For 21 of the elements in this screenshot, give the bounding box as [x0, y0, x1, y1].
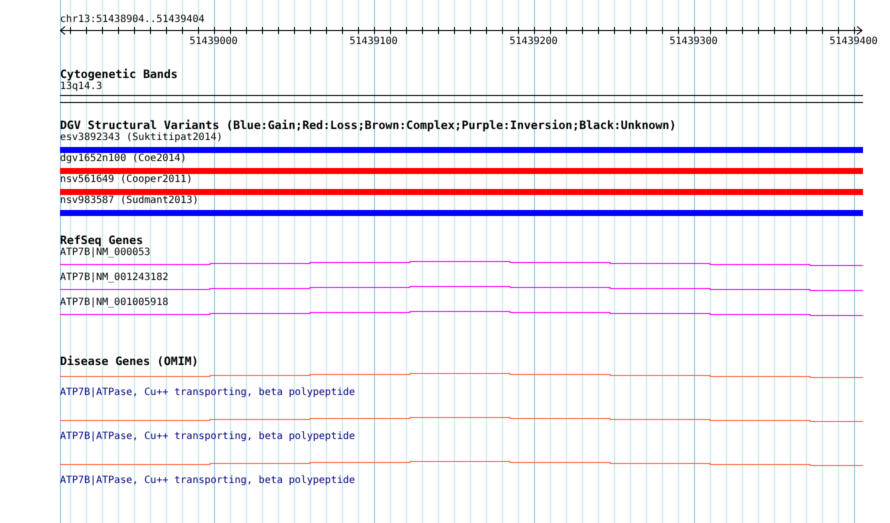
ruler-tick-label: 51439100 [350, 36, 398, 48]
locus-label: chr13:51438904..51439404 [60, 13, 204, 26]
track-title: DGV Structural Variants (Blue:Gain;Red:Loss;Brown:Complex;Purple:Inversion;Black:Unknown) [60, 119, 676, 132]
feature-label: ATP7B|ATPase, Cu++ transporting, beta polypeptide [60, 475, 356, 487]
track-title: Cytogenetic Bands [60, 68, 178, 81]
ruler-tick-label: 51439000 [190, 36, 238, 48]
feature-label: 13q14.3 [60, 81, 102, 93]
feature-label: ATP7B|NM_001005918 [60, 297, 168, 309]
feature-label: dgv1652n100 (Coe2014) [60, 153, 186, 165]
ruler-tick-label: 51439400 [830, 36, 878, 48]
ruler-tick-label: 51439200 [510, 36, 558, 48]
track-title: RefSeq Genes [60, 234, 144, 247]
feature-label: ATP7B|ATPase, Cu++ transporting, beta polypeptide [60, 387, 356, 399]
track-title: Disease Genes (OMIM) [60, 355, 198, 368]
ruler-tick-label: 51439300 [670, 36, 718, 48]
feature-label: ATP7B|ATPase, Cu++ transporting, beta polypeptide [60, 431, 356, 443]
feature-label: ATP7B|NM_001243182 [60, 272, 168, 284]
feature-label: esv3892343 (Suktitipat2014) [60, 132, 223, 144]
feature-label: ATP7B|NM_000053 [60, 247, 150, 259]
feature-label: nsv561649 (Cooper2011) [60, 174, 192, 186]
feature-label: nsv983587 (Sudmant2013) [60, 195, 198, 207]
